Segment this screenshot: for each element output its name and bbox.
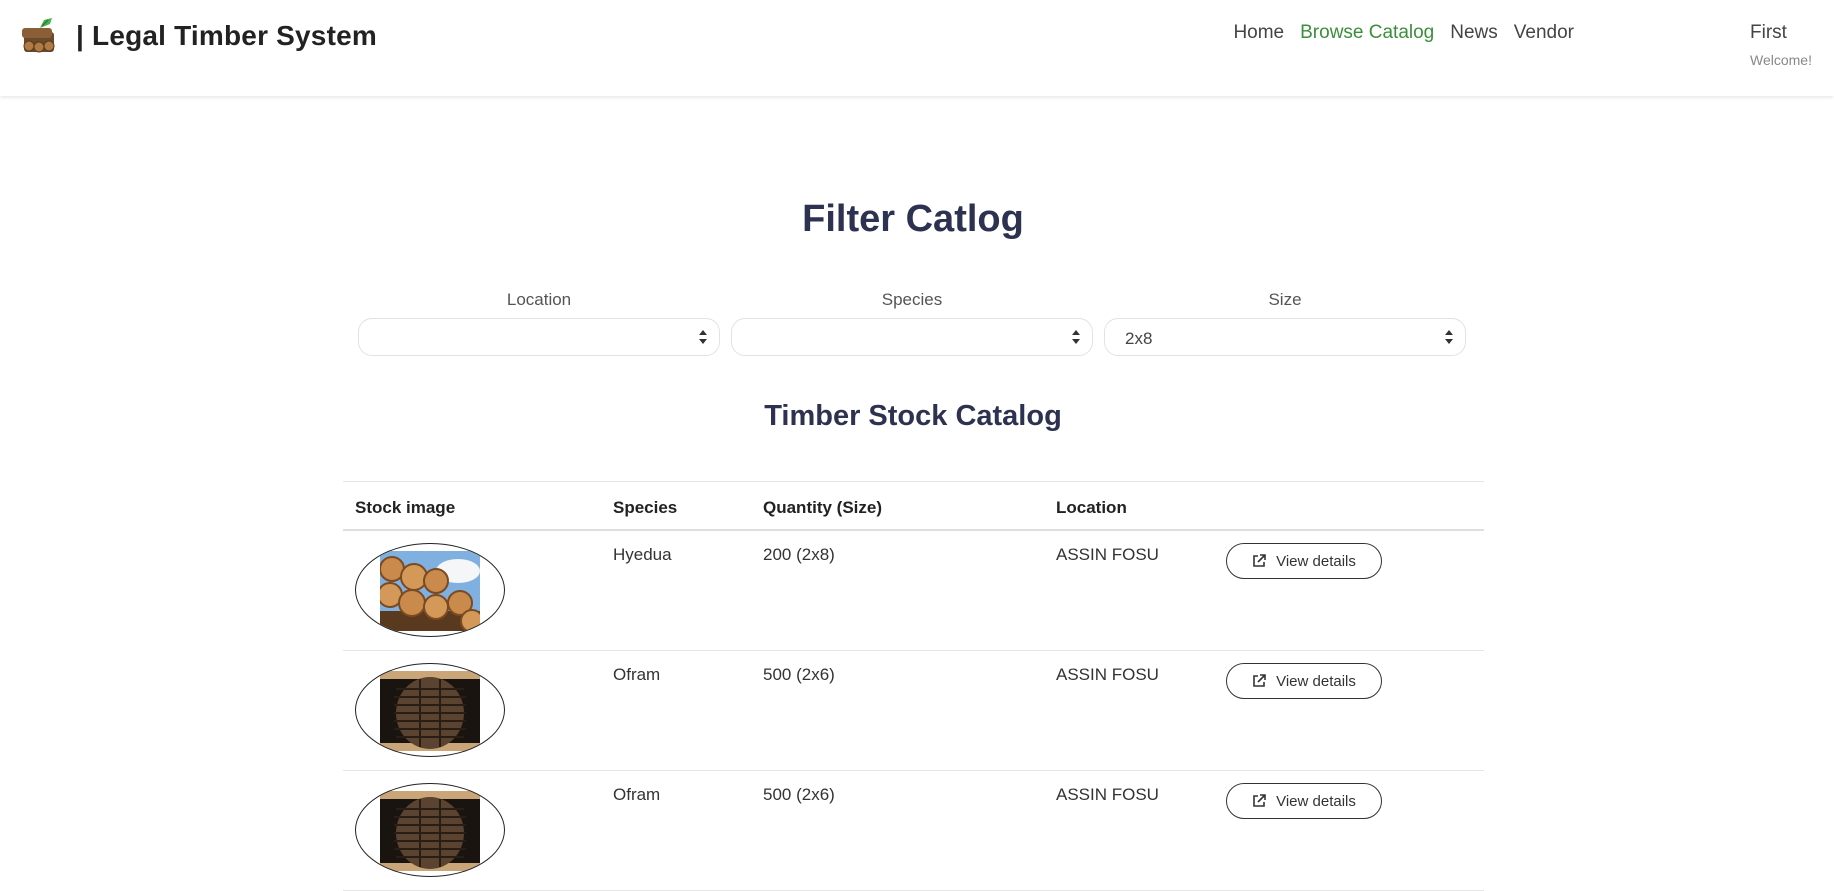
stock-image bbox=[355, 663, 505, 757]
stock-table: Stock image Species Quantity (Size) Loca… bbox=[343, 481, 1484, 891]
species-label: Species bbox=[881, 290, 943, 309]
user-menu[interactable]: First Welcome! bbox=[1750, 22, 1830, 68]
nav-home[interactable]: Home bbox=[1233, 22, 1284, 44]
view-details-button[interactable]: View details bbox=[1226, 543, 1382, 579]
view-details-label: View details bbox=[1276, 672, 1356, 690]
location-filter: Location bbox=[358, 290, 720, 356]
species-cell: Ofram bbox=[613, 785, 661, 804]
nav-vendor[interactable]: Vendor bbox=[1514, 22, 1574, 44]
table-row: Ofram 500 (2x6) ASSIN FOSU View details bbox=[343, 651, 1484, 771]
size-select[interactable]: 2x8 bbox=[1104, 318, 1466, 356]
species-cell: Ofram bbox=[613, 665, 661, 684]
view-details-button[interactable]: View details bbox=[1226, 663, 1382, 699]
size-label: Size bbox=[1268, 290, 1302, 309]
view-details-label: View details bbox=[1276, 552, 1356, 570]
brand-title: | Legal Timber System bbox=[76, 20, 377, 51]
species-select[interactable] bbox=[731, 318, 1093, 356]
column-header-location: Location bbox=[1056, 498, 1127, 517]
main-nav: Home Browse Catalog News Vendor bbox=[1233, 22, 1574, 44]
select-caret-icon bbox=[1445, 330, 1453, 344]
stock-image bbox=[355, 783, 505, 877]
size-filter: Size 2x8 bbox=[1104, 290, 1466, 356]
species-filter: Species bbox=[731, 290, 1093, 356]
external-link-icon bbox=[1253, 554, 1266, 567]
view-details-label: View details bbox=[1276, 792, 1356, 810]
log-stack-icon bbox=[380, 791, 480, 871]
quantity-cell: 500 (2x6) bbox=[763, 785, 835, 804]
top-navbar: | Legal Timber System Home Browse Catalo… bbox=[0, 0, 1834, 96]
column-header-stock-image: Stock image bbox=[355, 498, 456, 517]
location-cell: ASSIN FOSU bbox=[1056, 785, 1159, 804]
size-select-value: 2x8 bbox=[1125, 329, 1153, 348]
select-caret-icon bbox=[1072, 330, 1080, 344]
table-row: Hyedua 200 (2x8) ASSIN FOSU View details bbox=[343, 531, 1484, 651]
log-stack-icon bbox=[380, 671, 480, 751]
external-link-icon bbox=[1253, 794, 1266, 807]
nav-browse-catalog[interactable]: Browse Catalog bbox=[1300, 22, 1434, 44]
filter-title: Filter Catlog bbox=[802, 198, 1024, 240]
nav-news[interactable]: News bbox=[1450, 22, 1498, 44]
timber-logo-icon bbox=[20, 16, 62, 56]
column-header-species: Species bbox=[613, 498, 678, 517]
location-cell: ASSIN FOSU bbox=[1056, 545, 1159, 564]
location-select[interactable] bbox=[358, 318, 720, 356]
table-header: Stock image Species Quantity (Size) Loca… bbox=[343, 481, 1484, 531]
quantity-cell: 500 (2x6) bbox=[763, 665, 835, 684]
quantity-cell: 200 (2x8) bbox=[763, 545, 835, 564]
stock-image bbox=[355, 543, 505, 637]
log-pile-icon bbox=[380, 551, 480, 631]
external-link-icon bbox=[1253, 674, 1266, 687]
location-cell: ASSIN FOSU bbox=[1056, 665, 1159, 684]
select-caret-icon bbox=[699, 330, 707, 344]
brand[interactable]: | Legal Timber System bbox=[20, 14, 377, 58]
location-label: Location bbox=[506, 290, 572, 309]
catalog-title: Timber Stock Catalog bbox=[764, 400, 1062, 432]
view-details-button[interactable]: View details bbox=[1226, 783, 1382, 819]
user-welcome-text: Welcome! bbox=[1750, 52, 1812, 68]
column-header-quantity: Quantity (Size) bbox=[763, 498, 883, 517]
user-name[interactable]: First bbox=[1750, 22, 1830, 44]
table-row: Ofram 500 (2x6) ASSIN FOSU View details bbox=[343, 771, 1484, 891]
species-cell: Hyedua bbox=[613, 545, 672, 564]
